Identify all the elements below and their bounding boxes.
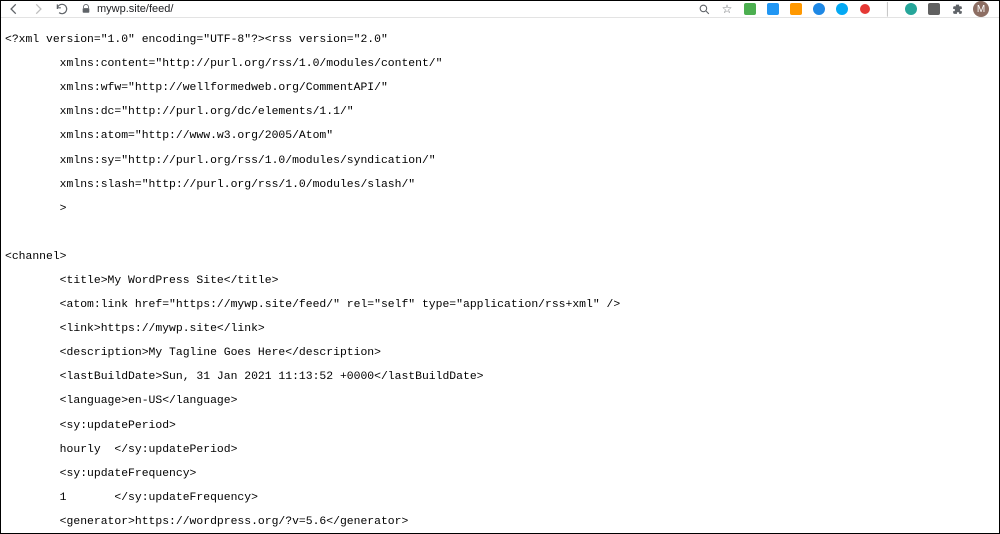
xml-line: <atom:link href="https://mywp.site/feed/… — [5, 299, 995, 311]
xml-line: xmlns:sy="http://purl.org/rss/1.0/module… — [5, 155, 995, 167]
bookmark-star-icon[interactable]: ☆ — [720, 2, 734, 16]
xml-line: <sy:updateFrequency> — [5, 468, 995, 480]
xml-line — [5, 227, 995, 239]
extension-6-icon[interactable] — [858, 2, 872, 16]
xml-line: <description>My Tagline Goes Here</descr… — [5, 347, 995, 359]
page-content-raw-xml: <?xml version="1.0" encoding="UTF-8"?><r… — [1, 18, 999, 533]
xml-line: <title>My WordPress Site</title> — [5, 275, 995, 287]
xml-line: 1 </sy:updateFrequency> — [5, 492, 995, 504]
xml-line: <?xml version="1.0" encoding="UTF-8"?><r… — [5, 34, 995, 46]
xml-line: <language>en-US</language> — [5, 395, 995, 407]
extension-icons: ☆ │ M — [697, 1, 993, 17]
xml-line: <link>https://mywp.site</link> — [5, 323, 995, 335]
url-text: mywp.site/feed/ — [97, 3, 173, 15]
xml-line: hourly </sy:updatePeriod> — [5, 444, 995, 456]
lock-icon — [81, 4, 91, 14]
extension-1-icon[interactable] — [743, 2, 757, 16]
forward-button[interactable] — [31, 2, 45, 16]
xml-line: xmlns:content="http://purl.org/rss/1.0/m… — [5, 58, 995, 70]
reload-button[interactable] — [55, 2, 69, 16]
extension-2-icon[interactable] — [766, 2, 780, 16]
extension-7-divider: │ — [881, 2, 895, 16]
extension-3-icon[interactable] — [789, 2, 803, 16]
xml-line: xmlns:dc="http://purl.org/dc/elements/1.… — [5, 106, 995, 118]
back-button[interactable] — [7, 2, 21, 16]
extensions-menu-icon[interactable] — [950, 2, 964, 16]
xml-line: xmlns:wfw="http://wellformedweb.org/Comm… — [5, 82, 995, 94]
extension-9-icon[interactable] — [927, 2, 941, 16]
extension-8-icon[interactable] — [904, 2, 918, 16]
nav-buttons — [7, 2, 69, 16]
profile-avatar[interactable]: M — [973, 1, 989, 17]
address-bar[interactable]: mywp.site/feed/ — [81, 3, 173, 15]
extension-4-icon[interactable] — [812, 2, 826, 16]
browser-toolbar: mywp.site/feed/ ☆ │ M — [1, 1, 999, 18]
zoom-icon[interactable] — [697, 2, 711, 16]
xml-line: <lastBuildDate>Sun, 31 Jan 2021 11:13:52… — [5, 371, 995, 383]
xml-line: xmlns:slash="http://purl.org/rss/1.0/mod… — [5, 179, 995, 191]
xml-line: <channel> — [5, 251, 995, 263]
xml-line: > — [5, 203, 995, 215]
xml-line: xmlns:atom="http://www.w3.org/2005/Atom" — [5, 130, 995, 142]
xml-line: <generator>https://wordpress.org/?v=5.6<… — [5, 516, 995, 528]
browser-window: mywp.site/feed/ ☆ │ M <?xml version="1.0… — [0, 0, 1000, 534]
extension-5-icon[interactable] — [835, 2, 849, 16]
xml-line: <sy:updatePeriod> — [5, 420, 995, 432]
